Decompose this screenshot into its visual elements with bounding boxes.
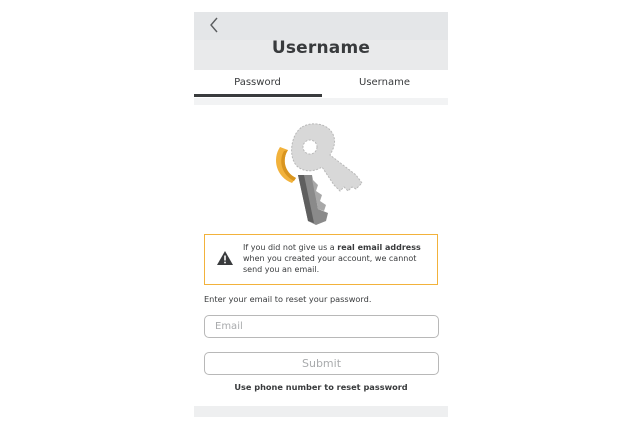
warning-text-bold: real email address — [337, 243, 421, 252]
warning-message: If you did not give us a real email addr… — [243, 242, 433, 275]
submit-button[interactable]: Submit — [204, 352, 439, 375]
warning-triangle-icon — [216, 250, 234, 266]
tab-username[interactable]: Username — [321, 70, 448, 98]
header: Username — [194, 12, 448, 70]
chevron-left-icon — [209, 17, 219, 38]
email-instruction: Enter your email to reset your password. — [204, 294, 372, 304]
warning-text-start: If you did not give us a — [243, 243, 338, 252]
warning-text-end: when you created your account, we cannot… — [243, 254, 417, 274]
warning-box: If you did not give us a real email addr… — [204, 234, 438, 285]
key-icon — [272, 117, 372, 227]
back-button[interactable] — [204, 16, 224, 38]
footer-bar — [194, 406, 448, 417]
phone-reset-link[interactable]: Use phone number to reset password — [194, 382, 448, 392]
email-field[interactable] — [204, 315, 439, 338]
page-title: Username — [271, 38, 371, 58]
active-tab-indicator — [194, 94, 322, 97]
forgot-credentials-screen: Username Password Username If you did no… — [194, 12, 448, 417]
tab-bar-divider — [194, 98, 448, 105]
tab-bar: Password Username — [194, 70, 448, 98]
header-top-bar — [194, 12, 448, 40]
